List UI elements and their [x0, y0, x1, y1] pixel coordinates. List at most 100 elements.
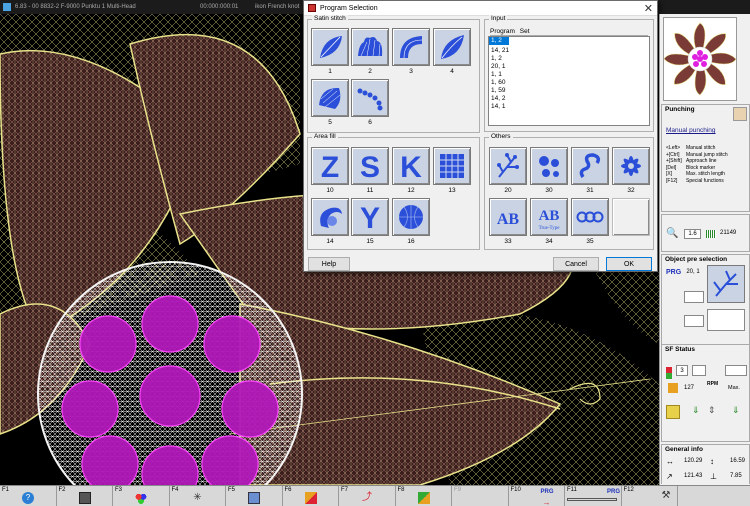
sf-field[interactable]	[692, 365, 706, 376]
punching-tool-icon[interactable]	[733, 107, 747, 121]
list-item[interactable]: 20, 1	[489, 63, 649, 71]
satin-num-1: 1	[328, 68, 332, 75]
sf-status-section: SF Status 3 127 RPM Max. ⇓ ⇕ ⇓	[661, 344, 750, 442]
zoom-section: 🔍 1.6 21149	[661, 214, 750, 252]
stitch-arrow-icon: ⤴	[362, 492, 372, 503]
list-item[interactable]: 1, 60	[489, 79, 649, 87]
area-program-14-button[interactable]	[311, 198, 349, 236]
satin-program-3-button[interactable]	[392, 28, 430, 66]
close-icon[interactable]: ✕	[644, 2, 653, 15]
others-num-32: 32	[627, 187, 635, 194]
area-program-11-button[interactable]: S	[351, 147, 389, 185]
f6-key[interactable]: F6	[283, 486, 339, 506]
satin-program-1-button[interactable]	[311, 28, 349, 66]
others-program-31-button[interactable]	[571, 147, 609, 185]
program-icon	[308, 4, 316, 12]
satin-program-5-button[interactable]	[311, 79, 349, 117]
area-program-12-button[interactable]: K	[392, 147, 430, 185]
area-lattice-icon	[440, 154, 464, 178]
others-program-32-button[interactable]	[612, 147, 650, 185]
f3-key[interactable]: F3	[113, 486, 170, 506]
prg-value: 20, 1	[686, 269, 700, 275]
app-icon	[3, 3, 11, 11]
f5-key[interactable]: F5	[226, 486, 283, 506]
list-item[interactable]: 1, 59	[489, 87, 649, 95]
program-set-list[interactable]: 1, 2 14, 21 1, 2 20, 1 1, 1 1, 60 1, 59 …	[488, 36, 650, 126]
list-item[interactable]: 1, 1	[489, 71, 649, 79]
ok-button[interactable]: OK	[606, 257, 652, 271]
satin-dots-icon	[357, 88, 383, 111]
others-program-34-button[interactable]: AB True-Type	[530, 198, 568, 236]
sf-function-icon[interactable]	[666, 405, 680, 419]
titlebar-right: ikon French knot	[255, 4, 300, 10]
f1-key[interactable]: F1?	[0, 486, 57, 506]
list-item[interactable]: 14, 1	[489, 103, 649, 111]
f10-key[interactable]: F10 PRG →	[509, 486, 565, 506]
area-num-10: 10	[326, 187, 334, 194]
design-width: 120.29	[684, 458, 703, 464]
sf-status-title: SF Status	[665, 346, 695, 353]
satin-feather-icon	[441, 35, 464, 59]
area-program-16-button[interactable]	[392, 198, 430, 236]
satin-stitch-label: Satin stitch	[312, 15, 348, 22]
svg-text:Y: Y	[360, 202, 380, 232]
others-program-30-button[interactable]	[530, 147, 568, 185]
input-header: Program Set	[490, 28, 648, 36]
general-info-section: General info ↔ 120.29 ↕ 16.59 ↗ 121.43 ⊥…	[661, 444, 750, 484]
svg-text:AB: AB	[497, 211, 520, 228]
prg-label: PRG	[666, 269, 682, 276]
f9-key: F9	[452, 486, 509, 506]
others-label: Others	[489, 133, 513, 140]
f4-key[interactable]: F4 ✳	[170, 486, 226, 506]
satin-program-4-button[interactable]	[433, 28, 471, 66]
others-program-35-button[interactable]	[571, 198, 609, 236]
selected-program-button[interactable]	[707, 265, 745, 303]
f12-key[interactable]: F12 ⚒	[622, 486, 678, 506]
satin-program-6-button[interactable]	[351, 79, 389, 117]
area-swirl-icon	[320, 207, 342, 228]
list-item[interactable]: 1, 2	[489, 55, 649, 63]
sf-down-arrow-icon[interactable]: ⇓	[692, 405, 700, 416]
sf-indicator-icon	[666, 367, 672, 379]
sf-max-field[interactable]	[725, 365, 747, 376]
help-button[interactable]: Help	[308, 257, 350, 271]
monitor-icon	[248, 492, 260, 504]
sf-speed: 127	[684, 385, 695, 391]
design-preview[interactable]	[663, 17, 737, 101]
sf-arrow-icon[interactable]: ⇓	[732, 405, 740, 416]
sf-value: 3	[676, 365, 688, 376]
input-label: Input	[489, 15, 508, 22]
f2-key[interactable]: F2	[57, 486, 113, 506]
list-item[interactable]: 14, 2	[489, 95, 649, 103]
branch-icon	[713, 270, 738, 297]
f7-key[interactable]: F7 ⤴	[339, 486, 396, 506]
pre-selection-slot[interactable]	[707, 309, 745, 331]
program-column-header: Program	[490, 28, 515, 35]
sf-updown-icon[interactable]: ⇕	[708, 405, 716, 416]
satin-program-2-button[interactable]	[351, 28, 389, 66]
right-panel: Punching Manual punching <Left> Manual st…	[659, 14, 750, 485]
zoom-icon[interactable]: 🔍	[666, 228, 678, 239]
svg-text:K: K	[400, 151, 422, 181]
manual-punching-link[interactable]: Manual punching	[666, 127, 716, 134]
area-program-13-button[interactable]	[433, 147, 471, 185]
others-program-33-button[interactable]: AB	[489, 198, 527, 236]
f11-key[interactable]: F11 PRG	[565, 486, 622, 506]
area-num-11: 11	[366, 187, 374, 194]
pre-selection-field-2[interactable]	[684, 315, 704, 327]
area-program-10-button[interactable]: Z	[311, 147, 349, 185]
others-program-20-button[interactable]	[489, 147, 527, 185]
design-thumbnail	[663, 22, 737, 96]
input-value-field[interactable]: 1, 2	[489, 37, 509, 45]
height-icon: ↕	[710, 457, 714, 466]
width-icon: ↔	[666, 457, 674, 466]
area-program-15-button[interactable]: Y	[351, 198, 389, 236]
cancel-button[interactable]: Cancel	[553, 257, 599, 271]
svg-text:Z: Z	[321, 151, 339, 181]
punching-section: Punching Manual punching <Left> Manual st…	[661, 104, 750, 212]
offset-icon: ⊥	[710, 472, 717, 481]
diagonal-icon: ↗	[666, 472, 673, 481]
f8-key[interactable]: F8	[396, 486, 452, 506]
pre-selection-field-1[interactable]	[684, 291, 704, 303]
list-item[interactable]: 14, 21	[489, 47, 649, 55]
